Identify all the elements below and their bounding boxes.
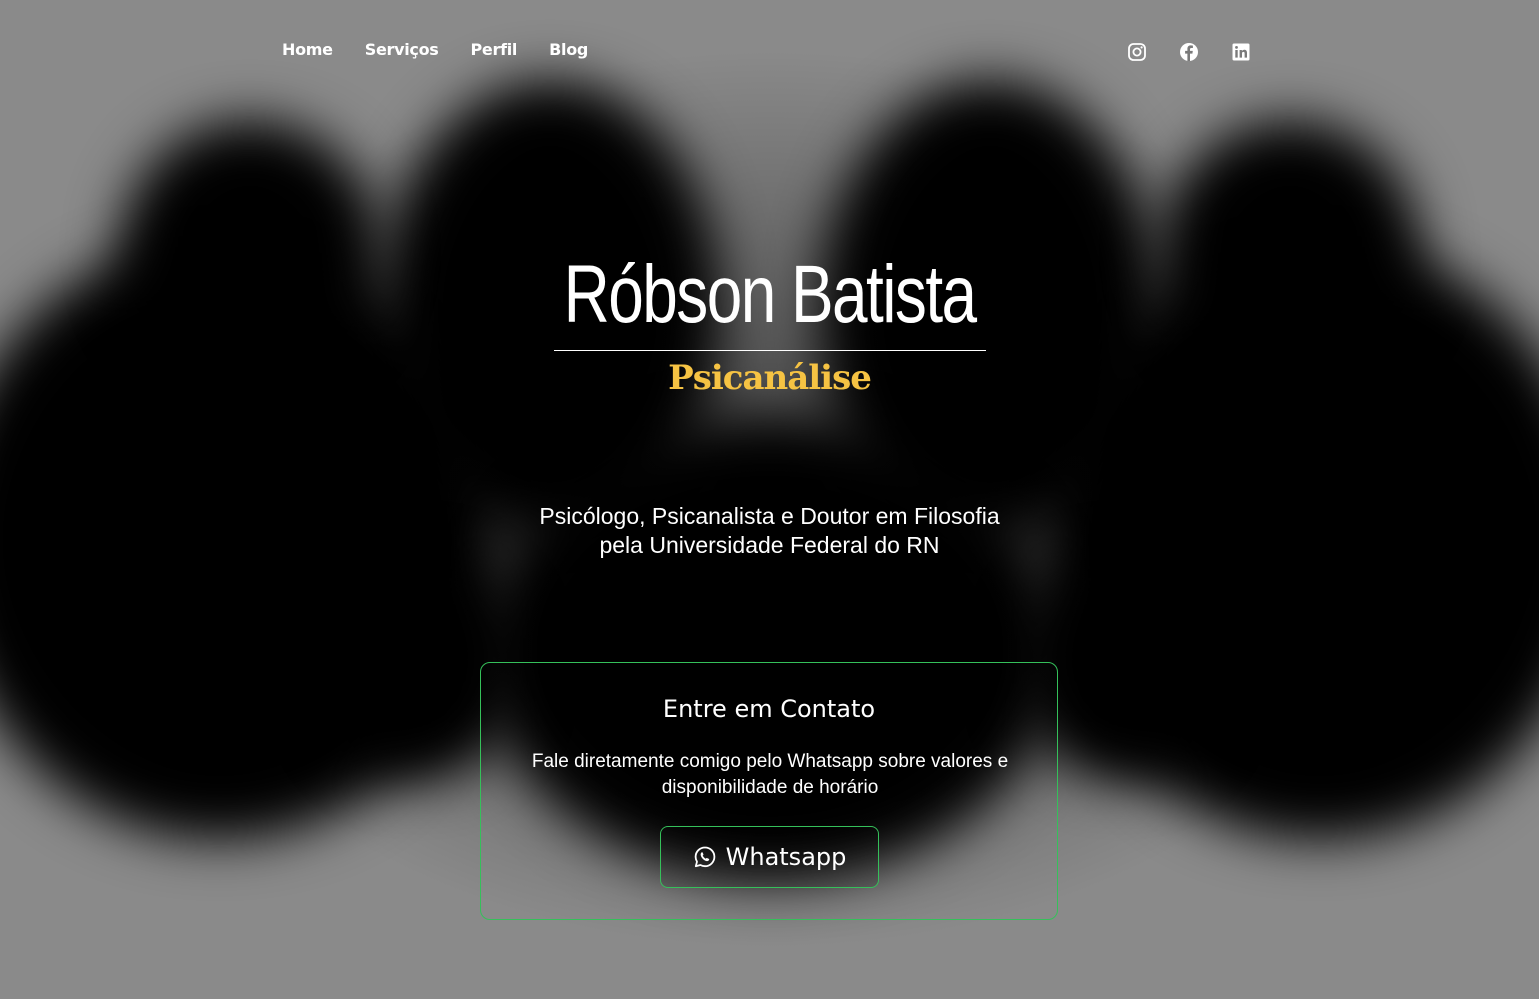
description-line-2: pela Universidade Federal do RN [599,532,940,558]
nav-item-servicos[interactable]: Serviços [365,40,439,59]
hero-section: Home Serviços Perfil Blog Róbson Batista… [0,0,1539,999]
nav-item-blog[interactable]: Blog [549,40,588,59]
whatsapp-icon [693,845,717,869]
title-divider [554,350,986,351]
contact-card: Entre em Contato Fale diretamente comigo… [480,662,1058,920]
contact-text-line-2: disponibilidade de horário [661,777,879,798]
nav-item-home[interactable]: Home [282,40,333,59]
whatsapp-button[interactable]: Whatsapp [660,826,879,888]
description-line-1: Psicólogo, Psicanalista e Doutor em Filo… [539,503,1000,529]
page-subtitle: Psicanálise [668,358,872,398]
contact-title: Entre em Contato [662,695,876,723]
hero-description: Psicólogo, Psicanalista e Doutor em Filo… [0,502,1539,560]
facebook-icon[interactable] [1179,42,1199,62]
contact-text-line-1: Fale diretamente comigo pelo Whatsapp so… [531,751,1009,772]
whatsapp-button-label: Whatsapp [725,843,847,871]
instagram-icon[interactable] [1127,42,1147,62]
page-title: Róbson Batista [563,249,977,340]
linkedin-icon[interactable] [1231,42,1251,62]
social-links [1127,42,1251,62]
nav-item-perfil[interactable]: Perfil [471,40,518,59]
main-nav: Home Serviços Perfil Blog [282,40,588,59]
contact-text: Fale diretamente comigo pelo Whatsapp so… [531,749,1009,801]
